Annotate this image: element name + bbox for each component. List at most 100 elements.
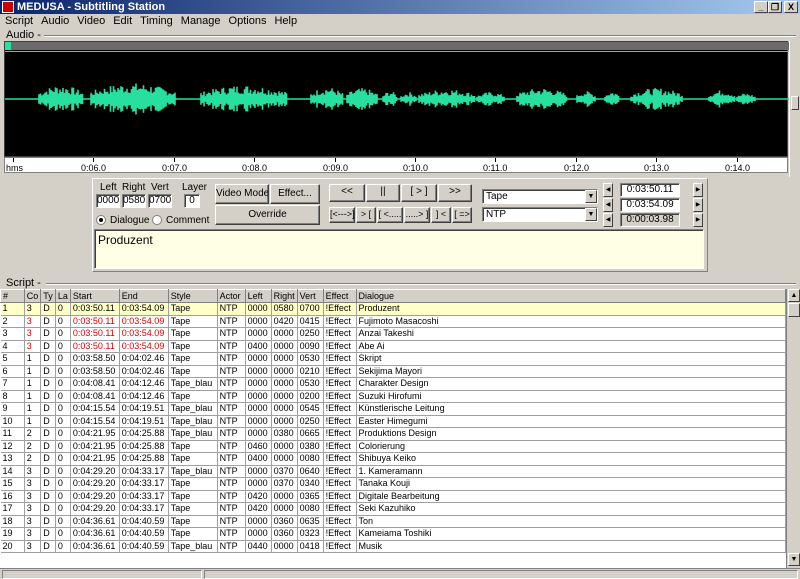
start-time-field[interactable]: 0:03:50.11 [620,183,680,197]
menu-script[interactable]: Script [1,14,37,29]
menu-edit[interactable]: Edit [109,14,136,29]
chevron-down-icon[interactable]: ▼ [585,190,597,203]
actor-select[interactable]: NTP ▼ [482,207,598,222]
nav-next-button[interactable]: [ => [452,207,472,223]
right-label: Right [122,182,146,193]
column-header[interactable]: Ty [40,289,56,303]
table-row[interactable]: 12 2 D 0 0:04:21.95 0:04:25.88 Tape NTP 0460 0000… [0,440,786,453]
table-row[interactable]: 3 3 D 0 0:03:50.11 0:03:54.09 Tape NTP 0000 0000 0… [0,327,786,341]
scroll-down-icon[interactable]: ▼ [788,553,800,566]
table-row[interactable]: 11 2 D 0 0:04:21.95 0:04:25.88 Tape_blau NTP 000… [0,427,786,441]
table-row[interactable]: 13 2 D 0 0:04:21.95 0:04:25.88 Tape NTP 0400 0000… [0,452,786,466]
table-cell: 18 [0,515,25,528]
table-row[interactable]: 8 1 D 0 0:04:08.41 0:04:12.46 Tape NTP 0000 0000 0… [0,390,786,403]
comment-radio[interactable] [152,215,162,225]
effect-button[interactable]: Effect... [270,184,320,204]
column-header[interactable]: Left [244,289,272,303]
column-header[interactable]: La [54,289,71,303]
table-row[interactable]: 4 3 D 0 0:03:50.11 0:03:54.09 Tape NTP 0400 0000 0… [0,340,786,353]
column-header[interactable]: Right [270,289,298,303]
end-increment-button[interactable]: ▶ [693,198,703,212]
table-cell: 3 [24,327,42,341]
table-row[interactable]: 2 3 D 0 0:03:50.11 0:03:54.09 Tape NTP 0000 0420 0… [0,315,786,328]
table-row[interactable]: 18 3 D 0 0:04:36.61 0:04:40.59 Tape NTP 0000 0360… [0,515,786,528]
table-cell: 0200 [297,390,324,403]
audio-waveform-panel[interactable] [4,41,789,157]
table-row[interactable]: 20 3 D 0 0:04:36.61 0:04:40.59 Tape_blau NTP 044… [0,540,786,553]
duration-decrement-button[interactable]: ◀ [603,213,613,227]
duration-increment-button[interactable]: ▶ [693,213,703,227]
table-row[interactable]: 5 1 D 0 0:03:58.50 0:04:02.46 Tape NTP 0000 0000 0… [0,352,786,366]
table-cell: 0:04:25.88 [119,440,169,453]
menu-help[interactable]: Help [270,14,301,29]
table-cell: 0:04:36.61 [70,540,120,553]
column-header[interactable]: Co [23,289,42,303]
minimize-button[interactable]: _ [754,1,768,13]
forward-button[interactable]: >> [438,184,472,202]
table-row[interactable]: 15 3 D 0 0:04:29.20 0:04:33.17 Tape NTP 0000 0370… [0,477,786,491]
column-header[interactable]: # [0,289,25,303]
override-button[interactable]: Override [215,205,320,225]
audio-waveform[interactable] [5,52,789,156]
menu-options[interactable]: Options [225,14,271,29]
column-header[interactable]: Dialogue [355,289,786,303]
table-cell: D [40,490,56,503]
rewind-button[interactable]: << [329,184,365,202]
menu-timing[interactable]: Timing [136,14,177,29]
nav-play-all-button[interactable]: [<--->] [329,207,355,223]
table-cell: 0000 [271,440,298,453]
chevron-down-icon[interactable]: ▼ [585,208,597,221]
table-cell: Shibuya Keiko [356,452,786,466]
video-mode-button[interactable]: Video Mode [215,184,269,204]
dialogue-text-editor[interactable]: Produzent [94,229,704,269]
column-header[interactable]: Start [69,289,120,303]
column-header[interactable]: End [118,289,169,303]
start-increment-button[interactable]: ▶ [693,183,703,197]
script-vertical-scrollbar[interactable]: ▲ ▼ [786,289,800,568]
restore-button[interactable]: ❐ [768,1,782,13]
menu-audio[interactable]: Audio [37,14,73,29]
play-selection-button[interactable]: [ > ] [401,184,437,202]
column-header[interactable]: Effect [322,289,357,303]
table-cell: Tape_blau [168,427,218,441]
script-grid[interactable]: # Co Ty La Start End Style Actor Left Right Vert Ef… [0,289,786,568]
end-decrement-button[interactable]: ◀ [603,198,613,212]
time-ruler[interactable]: hms 0:06.0 0:07.0 0:08.0 0:09.0 0:10.0 0:11.0… [4,157,788,173]
table-row[interactable]: 14 3 D 0 0:04:29.20 0:04:33.17 Tape_blau NTP 000… [0,465,786,478]
column-header[interactable]: Actor [216,289,246,303]
nav-play-end-button[interactable]: .....> ] [404,207,430,223]
table-row[interactable]: 9 1 D 0 0:04:15.54 0:04:19.51 Tape_blau NTP 0000… [0,402,786,416]
menu-manage[interactable]: Manage [177,14,225,29]
scroll-up-icon[interactable]: ▲ [788,289,800,302]
style-select[interactable]: Tape ▼ [482,189,598,204]
column-header[interactable]: Vert [296,289,324,303]
dialogue-radio[interactable] [96,215,106,225]
table-row[interactable]: 1 3 D 0 0:03:50.11 0:03:54.09 Tape NTP 0000 0580 0… [0,302,786,316]
end-time-field[interactable]: 0:03:54.09 [620,198,680,212]
table-row[interactable]: 17 3 D 0 0:04:29.20 0:04:33.17 Tape NTP 0420 0000… [0,502,786,516]
left-margin-field[interactable]: 0000 [96,194,120,208]
nav-play-before-start-button[interactable]: > [ [356,207,376,223]
pause-button[interactable]: || [366,184,400,202]
table-row[interactable]: 19 3 D 0 0:04:36.61 0:04:40.59 Tape NTP 0000 0360… [0,527,786,541]
table-row[interactable]: 10 1 D 0 0:04:15.54 0:04:19.51 Tape_blau NTP 000… [0,415,786,428]
menu-video[interactable]: Video [73,14,109,29]
audio-vertical-scrollbar[interactable] [789,41,800,177]
layer-field[interactable]: 0 [184,194,200,208]
table-cell: D [40,477,56,491]
table-row[interactable]: 7 1 D 0 0:04:08.41 0:04:12.46 Tape_blau NTP 0000… [0,377,786,391]
nav-play-start-button[interactable]: [ <..... [377,207,403,223]
table-cell: NTP [217,490,246,503]
close-button[interactable]: X [784,1,798,13]
audio-playback-progress[interactable] [5,42,789,50]
nav-play-after-end-button[interactable]: ] < [431,207,451,223]
audio-horizontal-scrollbar[interactable] [4,173,788,177]
audio-scroll-thumb[interactable] [791,96,799,110]
script-scroll-thumb[interactable] [788,303,800,317]
start-decrement-button[interactable]: ◀ [603,183,613,197]
vert-margin-field[interactable]: 0700 [148,194,172,208]
table-row[interactable]: 16 3 D 0 0:04:29.20 0:04:33.17 Tape NTP 0420 0000… [0,490,786,503]
column-header[interactable]: Style [167,289,218,303]
table-row[interactable]: 6 1 D 0 0:03:58.50 0:04:02.46 Tape NTP 0000 0000 0… [0,365,786,378]
right-margin-field[interactable]: 0580 [122,194,146,208]
